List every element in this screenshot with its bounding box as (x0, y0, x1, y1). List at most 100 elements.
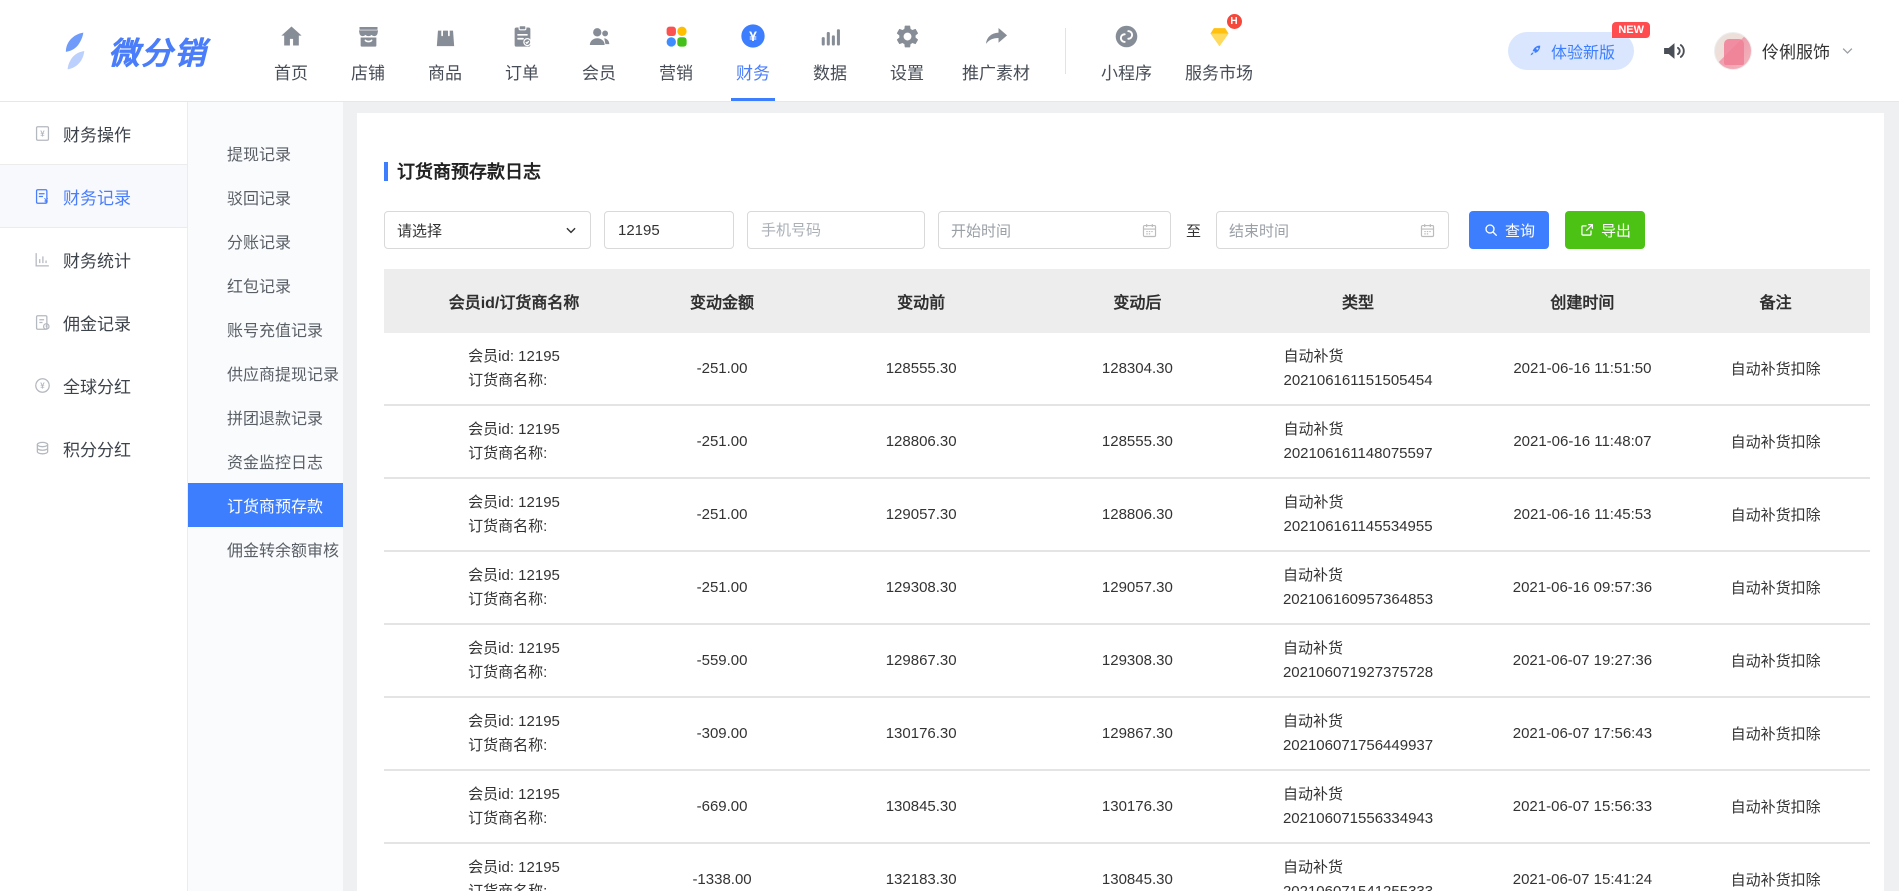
date-range-to-label: 至 (1186, 220, 1201, 241)
nav-item-label: 数据 (813, 59, 847, 84)
cell-created: 2021-06-16 11:45:53 (1484, 506, 1682, 523)
cell-amount: -309.00 (644, 725, 800, 742)
filter-type-select[interactable]: 请选择 (384, 211, 591, 249)
nav-item-orders[interactable]: 订单 (500, 0, 544, 101)
cell-amount: -559.00 (644, 652, 800, 669)
nav-item-label: 设置 (890, 59, 924, 84)
cell-amount: -1338.00 (644, 871, 800, 888)
shop-icon (355, 21, 382, 51)
nav-item-shop[interactable]: 店铺 (346, 0, 390, 101)
user-menu[interactable]: 伶俐服饰 (1714, 32, 1855, 70)
user-avatar (1714, 32, 1752, 70)
sidebar-item-finance-ops[interactable]: ¥ 财务操作 (0, 102, 187, 165)
submenu-item-fund-monitor-log[interactable]: 资金监控日志 (188, 439, 343, 483)
try-new-version-button[interactable]: 体验新版 NEW (1508, 32, 1634, 70)
nav-item-marketing[interactable]: 营销 (654, 0, 698, 101)
cell-type: 自动补货 202106161151505454 (1232, 345, 1483, 393)
submenu-item-orderer-deposit[interactable]: 订货商预存款 (188, 483, 343, 527)
cell-remark: 自动补货扣除 (1681, 577, 1870, 598)
submenu-item-redpacket-records[interactable]: 红包记录 (188, 263, 343, 307)
cell-type: 自动补货 202106161148075597 (1232, 418, 1483, 466)
submenu-item-groupbuy-refund[interactable]: 拼团退款记录 (188, 395, 343, 439)
type-number: 202106161145534955 (1284, 515, 1433, 539)
submenu-item-reject-records[interactable]: 驳回记录 (188, 175, 343, 219)
page-title-text: 订货商预存款日志 (397, 158, 541, 184)
chevron-down-icon (564, 223, 578, 237)
user-name: 伶俐服饰 (1762, 38, 1830, 63)
cell-member: 会员id: 12195 订货商名称: (384, 418, 644, 466)
sidebar-item-finance-stats[interactable]: 财务统计 (0, 228, 187, 291)
nav-item-finance[interactable]: ¥ 财务 (731, 0, 775, 101)
commission-records-icon (33, 313, 52, 332)
member-id-line: 会员id: 12195 (468, 418, 560, 442)
cell-before: 130845.30 (800, 798, 1042, 815)
cell-type: 自动补货 202106160957364853 (1232, 564, 1483, 612)
table-row: 会员id: 12195 订货商名称: -309.00 130176.30 129… (384, 698, 1870, 771)
cell-after: 129057.30 (1042, 579, 1232, 596)
nav-item-members[interactable]: 会员 (577, 0, 621, 101)
submenu-item-split-records[interactable]: 分账记录 (188, 219, 343, 263)
finance-yen-icon: ¥ (739, 21, 767, 51)
cell-created: 2021-06-16 11:48:07 (1484, 433, 1682, 450)
cell-amount: -251.00 (644, 433, 800, 450)
cell-created: 2021-06-07 17:56:43 (1484, 725, 1682, 742)
cell-after: 130845.30 (1042, 871, 1232, 888)
nav-item-label: 小程序 (1101, 59, 1152, 84)
export-icon (1579, 222, 1595, 238)
marketing-icon (663, 21, 690, 51)
nav-item-data[interactable]: 数据 (808, 0, 852, 101)
cell-member: 会员id: 12195 订货商名称: (384, 637, 644, 685)
sidebar-item-points-dividend[interactable]: 积分分红 (0, 417, 187, 480)
submenu-item-recharge-records[interactable]: 账号充值记录 (188, 307, 343, 351)
page-title: 订货商预存款日志 (384, 158, 1870, 184)
brand-logo[interactable]: 微分销 (58, 28, 207, 73)
nav-item-label: 营销 (659, 59, 693, 84)
nav-item-label: 推广素材 (962, 59, 1030, 84)
end-date-input[interactable]: 结束时间 (1216, 211, 1449, 249)
cell-after: 128555.30 (1042, 433, 1232, 450)
cell-after: 128304.30 (1042, 360, 1232, 377)
members-icon (586, 21, 613, 51)
merchant-name-line: 订货商名称: (468, 442, 560, 466)
cell-before: 132183.30 (800, 871, 1042, 888)
table-row: 会员id: 12195 订货商名称: -251.00 129308.30 129… (384, 552, 1870, 625)
nav-item-settings[interactable]: 设置 (885, 0, 929, 101)
market-h-badge: H (1227, 14, 1242, 29)
nav-item-market[interactable]: H 服务市场 (1185, 0, 1253, 101)
member-id-input[interactable] (604, 211, 734, 249)
submenu-item-commission-to-balance[interactable]: 佣金转余额审核 (188, 527, 343, 571)
cell-remark: 自动补货扣除 (1681, 723, 1870, 744)
cell-created: 2021-06-07 15:41:24 (1484, 871, 1682, 888)
gem-icon: H (1206, 21, 1233, 51)
top-navbar: 微分销 首页 店铺 商品 订单 (0, 0, 1899, 102)
new-badge: NEW (1612, 22, 1650, 38)
table-row: 会员id: 12195 订货商名称: -251.00 129057.30 128… (384, 479, 1870, 552)
sidebar-item-finance-records[interactable]: ¥ 财务记录 (0, 165, 187, 228)
sidebar-item-label: 积分分红 (63, 436, 131, 461)
phone-input[interactable] (747, 211, 925, 249)
nav-item-miniprogram[interactable]: 小程序 (1101, 0, 1152, 101)
start-date-input[interactable]: 开始时间 (938, 211, 1171, 249)
nav-item-label: 商品 (428, 59, 462, 84)
merchant-name-line: 订货商名称: (468, 588, 560, 612)
nav-item-promo[interactable]: 推广素材 (962, 0, 1030, 101)
submenu-item-supplier-withdraw[interactable]: 供应商提现记录 (188, 351, 343, 395)
table-header-cell: 备注 (1681, 289, 1870, 313)
sidebar-item-commission-records[interactable]: 佣金记录 (0, 291, 187, 354)
sidebar-item-global-dividend[interactable]: ¥ 全球分红 (0, 354, 187, 417)
table-row: 会员id: 12195 订货商名称: -251.00 128806.30 128… (384, 406, 1870, 479)
cell-amount: -669.00 (644, 798, 800, 815)
nav-item-goods[interactable]: 商品 (423, 0, 467, 101)
nav-divider (1065, 28, 1066, 74)
speaker-icon[interactable] (1660, 37, 1688, 65)
merchant-name-line: 订货商名称: (468, 880, 560, 891)
cell-amount: -251.00 (644, 506, 800, 523)
search-button[interactable]: 查询 (1469, 211, 1549, 249)
try-new-version-label: 体验新版 (1551, 39, 1615, 63)
table-row: 会员id: 12195 订货商名称: -251.00 128555.30 128… (384, 333, 1870, 406)
submenu-item-withdraw-records[interactable]: 提现记录 (188, 131, 343, 175)
nav-item-home[interactable]: 首页 (269, 0, 313, 101)
export-button[interactable]: 导出 (1565, 211, 1645, 249)
calendar-icon (1141, 222, 1158, 239)
type-number: 202106160957364853 (1283, 588, 1433, 612)
